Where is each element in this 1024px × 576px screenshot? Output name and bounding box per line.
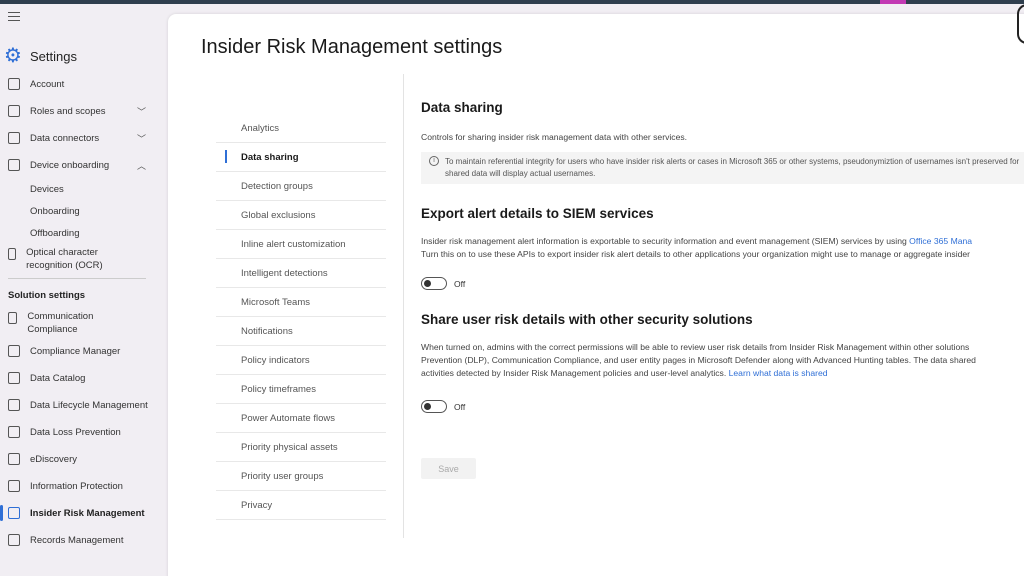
nav-item-ocr[interactable]: Optical character recognition (OCR) bbox=[0, 246, 118, 272]
inner-nav-item[interactable]: Privacy bbox=[216, 491, 386, 520]
inner-nav-item[interactable]: Detection groups bbox=[216, 172, 386, 201]
hamburger-icon[interactable] bbox=[8, 12, 20, 22]
siem-toggle-row: Off bbox=[421, 277, 1024, 290]
ocr-icon bbox=[8, 248, 17, 260]
nav-item-records[interactable]: Records Management bbox=[0, 534, 160, 546]
catalog-icon bbox=[8, 372, 20, 384]
nav-item-compliance-manager[interactable]: Compliance Manager bbox=[0, 345, 160, 357]
inner-nav-item[interactable]: Intelligent detections bbox=[216, 259, 386, 288]
dlp-icon bbox=[8, 426, 20, 438]
inner-nav-item-active[interactable]: Data sharing bbox=[216, 143, 386, 172]
nav-item-ediscovery[interactable]: eDiscovery bbox=[0, 453, 160, 465]
trophy-icon bbox=[8, 345, 20, 357]
nav-item-device-onboarding[interactable]: Device onboarding ︿ bbox=[0, 159, 160, 171]
chevron-down-icon: ﹀ bbox=[136, 106, 146, 117]
nav-item-devices[interactable]: Devices bbox=[30, 184, 190, 195]
vertical-divider bbox=[403, 74, 404, 538]
siem-desc: Insider risk management alert informatio… bbox=[421, 236, 973, 259]
share-toggle-label: Off bbox=[454, 401, 466, 412]
person-icon bbox=[8, 507, 20, 519]
chat-icon bbox=[8, 312, 18, 324]
inner-nav-item[interactable]: Global exclusions bbox=[216, 201, 386, 230]
roles-icon bbox=[8, 105, 20, 117]
device-icon bbox=[8, 159, 20, 171]
save-button[interactable]: Save bbox=[421, 458, 476, 479]
nav-item-information-protection[interactable]: Information Protection bbox=[0, 480, 160, 492]
page-title: Insider Risk Management settings bbox=[201, 36, 503, 58]
share-heading: Share user risk details with other secur… bbox=[421, 312, 753, 327]
siem-heading: Export alert details to SIEM services bbox=[421, 206, 654, 221]
siem-toggle-label: Off bbox=[454, 278, 466, 289]
info-icon: i bbox=[429, 156, 439, 166]
inner-nav-item[interactable]: Inline alert customization bbox=[216, 230, 386, 259]
active-indicator bbox=[225, 150, 227, 163]
top-bar-accent bbox=[880, 0, 906, 4]
share-desc: When turned on, admins with the correct … bbox=[421, 342, 976, 378]
nav-item-data-catalog[interactable]: Data Catalog bbox=[0, 372, 160, 384]
data-sharing-desc: Controls for sharing insider risk manage… bbox=[421, 132, 688, 142]
nav-item-account[interactable]: Account bbox=[0, 78, 160, 90]
settings-header: ⚙ Settings bbox=[4, 46, 77, 66]
settings-card: Insider Risk Management settings Analyti… bbox=[168, 14, 1024, 576]
inner-nav: Analytics Data sharing Detection groups … bbox=[216, 114, 386, 520]
right-edge-element bbox=[1017, 4, 1024, 44]
connectors-icon bbox=[8, 132, 20, 144]
records-icon bbox=[8, 534, 20, 546]
share-toggle[interactable] bbox=[421, 400, 447, 413]
info-message: i To maintain referential integrity for … bbox=[421, 152, 1024, 184]
app-title: Settings bbox=[30, 48, 77, 64]
archive-icon bbox=[8, 399, 20, 411]
inner-nav-item[interactable]: Priority user groups bbox=[216, 462, 386, 491]
nav-item-insider-risk[interactable]: Insider Risk Management bbox=[0, 507, 160, 519]
inner-nav-item[interactable]: Priority physical assets bbox=[216, 433, 386, 462]
account-icon bbox=[8, 78, 20, 90]
ediscovery-icon bbox=[8, 453, 20, 465]
lock-icon bbox=[8, 480, 20, 492]
nav-divider bbox=[8, 278, 146, 279]
inner-nav-item[interactable]: Power Automate flows bbox=[216, 404, 386, 433]
inner-nav-item[interactable]: Microsoft Teams bbox=[216, 288, 386, 317]
nav-item-data-lifecycle[interactable]: Data Lifecycle Management bbox=[0, 399, 160, 411]
toggle-knob bbox=[424, 280, 431, 287]
data-sharing-heading: Data sharing bbox=[421, 100, 503, 115]
learn-more-link[interactable]: Learn what data is shared bbox=[729, 368, 828, 378]
nav-item-offboarding[interactable]: Offboarding bbox=[30, 228, 190, 239]
gear-icon: ⚙ bbox=[4, 45, 22, 67]
nav-item-communication-compliance[interactable]: Communication Compliance bbox=[0, 310, 115, 336]
siem-toggle[interactable] bbox=[421, 277, 447, 290]
nav-item-roles[interactable]: Roles and scopes ﹀ bbox=[0, 105, 160, 117]
inner-nav-item[interactable]: Notifications bbox=[216, 317, 386, 346]
toggle-knob bbox=[424, 403, 431, 410]
office-365-link[interactable]: Office 365 Mana bbox=[909, 236, 972, 246]
solution-settings-label: Solution settings bbox=[8, 290, 86, 301]
nav-item-dlp[interactable]: Data Loss Prevention bbox=[0, 426, 160, 438]
chevron-down-icon: ﹀ bbox=[136, 133, 146, 144]
left-nav: ⚙ Settings Account Roles and scopes ﹀ Dat… bbox=[0, 4, 168, 576]
settings-content: Data sharing Controls for sharing inside… bbox=[421, 100, 1024, 413]
nav-item-onboarding[interactable]: Onboarding bbox=[30, 206, 190, 217]
inner-nav-item[interactable]: Policy timeframes bbox=[216, 375, 386, 404]
share-toggle-row: Off bbox=[421, 400, 1024, 413]
chevron-up-icon: ︿ bbox=[136, 160, 146, 171]
inner-nav-item[interactable]: Analytics bbox=[216, 114, 386, 143]
inner-nav-item[interactable]: Policy indicators bbox=[216, 346, 386, 375]
nav-item-connectors[interactable]: Data connectors ﹀ bbox=[0, 132, 160, 144]
